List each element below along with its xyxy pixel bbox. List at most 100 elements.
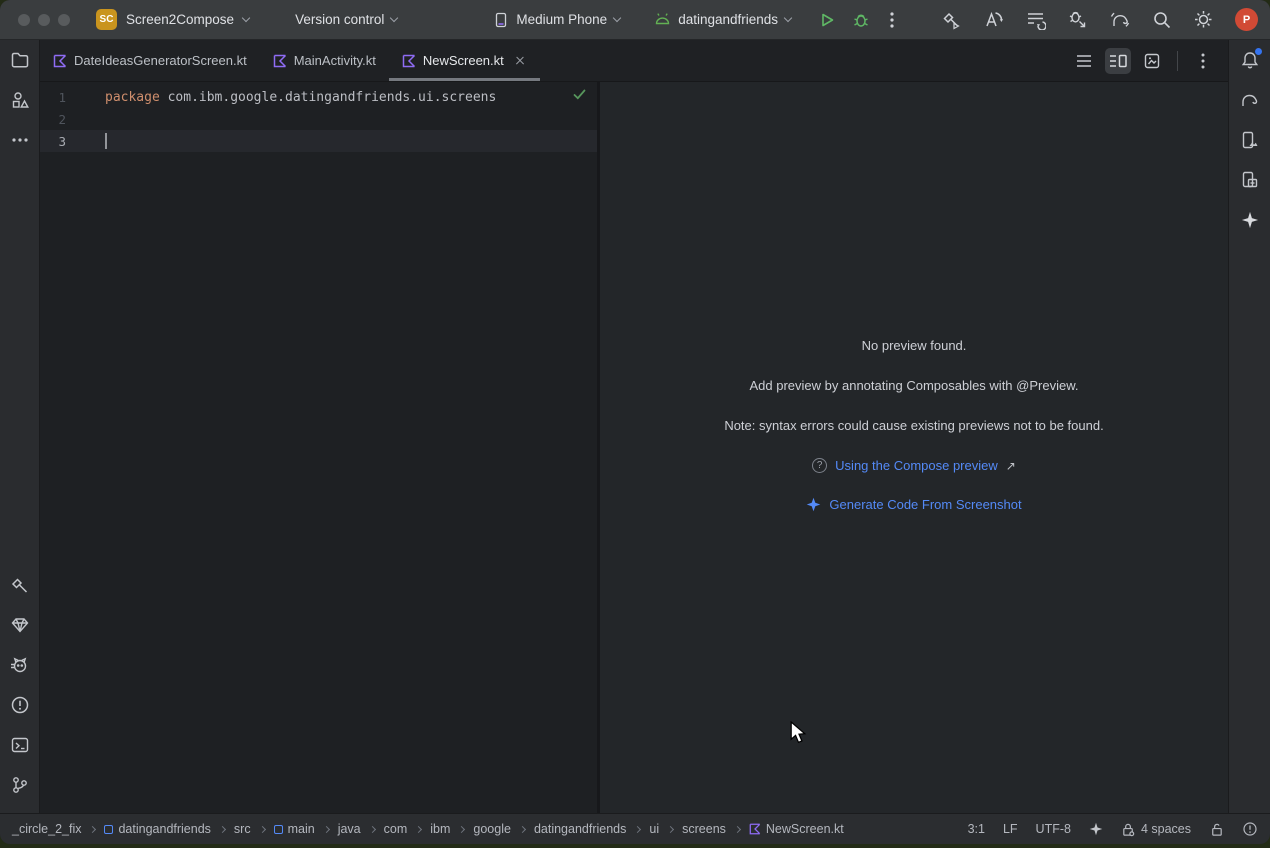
indent-widget[interactable]: 4 spaces — [1121, 822, 1191, 837]
run-configuration-selector[interactable]: datingandfriends — [654, 12, 791, 27]
close-window-button[interactable] — [18, 14, 30, 26]
preview-note: Note: syntax errors could cause existing… — [724, 418, 1103, 433]
device-selector[interactable]: Medium Phone — [493, 12, 620, 28]
device-phone-icon — [493, 12, 509, 28]
breadcrumb-item[interactable]: screens — [682, 822, 726, 836]
chevron-right-icon — [519, 825, 526, 832]
chevron-down-icon — [613, 13, 621, 21]
indent-lock-gear-icon — [1121, 822, 1136, 837]
gemini-status-sparkle-icon[interactable] — [1089, 822, 1103, 836]
project-widget[interactable]: SC Screen2Compose — [96, 9, 249, 30]
kotlin-file-icon — [273, 54, 287, 68]
gradle-elephant-icon[interactable] — [1230, 80, 1270, 120]
generate-link-label: Generate Code From Screenshot — [829, 497, 1021, 512]
debug-button[interactable] — [851, 10, 871, 30]
device-manager-icon[interactable] — [1230, 160, 1270, 200]
build-tool-icon[interactable] — [0, 565, 40, 605]
search-everywhere-icon[interactable] — [1152, 10, 1172, 30]
user-avatar[interactable]: P — [1235, 8, 1258, 31]
breadcrumb-item[interactable]: java — [338, 822, 361, 836]
tab-mainactivity[interactable]: MainActivity.kt — [260, 40, 389, 81]
tab-label: DateIdeasGeneratorScreen.kt — [74, 53, 247, 68]
chevron-down-icon — [242, 13, 250, 21]
build-hammer-icon[interactable] — [941, 9, 962, 30]
close-tab-icon[interactable] — [513, 54, 527, 68]
list-refresh-icon[interactable] — [1025, 9, 1046, 30]
more-actions-icon[interactable] — [884, 11, 900, 29]
breadcrumb-item[interactable]: com — [384, 822, 408, 836]
resource-manager-icon[interactable] — [0, 80, 40, 120]
left-tool-rail — [0, 40, 40, 813]
breadcrumb-item[interactable]: ui — [649, 822, 659, 836]
editor-options-kebab-icon[interactable] — [1190, 48, 1216, 74]
settings-gear-icon[interactable] — [1193, 9, 1214, 30]
code-editor[interactable]: 1 packagecom.ibm.google.datingandfriends… — [40, 82, 597, 813]
preview-hint: Add preview by annotating Composables wi… — [750, 378, 1079, 393]
line-separator-widget[interactable]: LF — [1003, 822, 1018, 836]
compose-preview-panel: No preview found. Add preview by annotat… — [600, 82, 1228, 813]
ide-window: SC Screen2Compose Version control Medium… — [0, 0, 1270, 844]
tab-newscreen[interactable]: NewScreen.kt — [389, 40, 540, 81]
write-access-unlock-icon[interactable] — [1209, 822, 1224, 837]
gradle-sync-icon[interactable] — [1109, 9, 1131, 30]
chevron-right-icon — [89, 825, 96, 832]
question-circle-icon: ? — [812, 458, 827, 473]
external-link-icon: ↗ — [1006, 459, 1016, 473]
mouse-cursor — [790, 721, 808, 746]
breadcrumb-item[interactable]: datingandfriends — [104, 822, 210, 836]
split-view-button[interactable] — [1105, 48, 1131, 74]
chevron-right-icon — [259, 825, 266, 832]
chevron-right-icon — [734, 825, 741, 832]
line-number: 1 — [40, 90, 66, 105]
notifications-bell-icon[interactable] — [1230, 40, 1270, 80]
preview-title: No preview found. — [862, 338, 967, 353]
gemini-sparkle-icon[interactable] — [1230, 200, 1270, 240]
inspections-ok-check-icon[interactable] — [573, 89, 586, 100]
breadcrumb-item[interactable]: google — [473, 822, 511, 836]
project-name: Screen2Compose — [126, 12, 234, 27]
breadcrumb-item[interactable]: datingandfriends — [534, 822, 626, 836]
breadcrumb-item[interactable]: ibm — [430, 822, 450, 836]
tab-dateideasgeneratorscreen[interactable]: DateIdeasGeneratorScreen.kt — [40, 40, 260, 81]
encoding-widget[interactable]: UTF-8 — [1036, 822, 1071, 836]
compose-preview-doc-link[interactable]: ? Using the Compose preview ↗ — [812, 458, 1016, 473]
terminal-icon[interactable] — [0, 725, 40, 765]
running-devices-icon[interactable] — [1230, 120, 1270, 160]
device-selector-label: Medium Phone — [516, 12, 607, 27]
more-tool-windows-icon[interactable] — [0, 120, 40, 160]
minimize-window-button[interactable] — [38, 14, 50, 26]
design-view-button[interactable] — [1139, 48, 1165, 74]
project-folder-icon[interactable] — [0, 40, 40, 80]
version-control-branch-icon[interactable] — [0, 765, 40, 805]
run-button[interactable] — [817, 10, 837, 30]
divider — [1177, 51, 1178, 71]
breadcrumb-item[interactable]: _circle_2_fix — [12, 822, 81, 836]
tab-label: NewScreen.kt — [423, 53, 504, 68]
sparkle-icon — [806, 497, 821, 512]
chevron-down-icon — [390, 13, 398, 21]
module-icon — [274, 825, 283, 834]
breadcrumb-item-file[interactable]: NewScreen.kt — [749, 822, 844, 836]
vcs-widget[interactable]: Version control — [295, 12, 397, 27]
gem-insights-icon[interactable] — [0, 605, 40, 645]
logcat-cat-icon[interactable] — [0, 645, 40, 685]
generate-code-from-screenshot-link[interactable]: Generate Code From Screenshot — [806, 497, 1021, 512]
zoom-window-button[interactable] — [58, 14, 70, 26]
status-info-icon[interactable] — [1242, 821, 1258, 837]
breadcrumb-item[interactable]: main — [274, 822, 315, 836]
caret-position-widget[interactable]: 3:1 — [968, 822, 985, 836]
package-identifier: com.ibm.google.datingandfriends.ui.scree… — [168, 90, 497, 105]
editor-tab-bar: DateIdeasGeneratorScreen.kt MainActivity… — [40, 40, 1228, 82]
apply-changes-a-icon[interactable] — [983, 9, 1004, 30]
breadcrumb-item[interactable]: src — [234, 822, 251, 836]
chevron-right-icon — [634, 825, 641, 832]
code-view-button[interactable] — [1071, 48, 1097, 74]
chevron-right-icon — [415, 825, 422, 832]
android-icon — [654, 12, 671, 27]
attach-debugger-icon[interactable] — [1067, 9, 1088, 30]
line-number: 2 — [40, 112, 66, 127]
chevron-right-icon — [323, 825, 330, 832]
editor-line-2: 2 — [40, 108, 597, 130]
vcs-label: Version control — [295, 12, 384, 27]
problems-icon[interactable] — [0, 685, 40, 725]
